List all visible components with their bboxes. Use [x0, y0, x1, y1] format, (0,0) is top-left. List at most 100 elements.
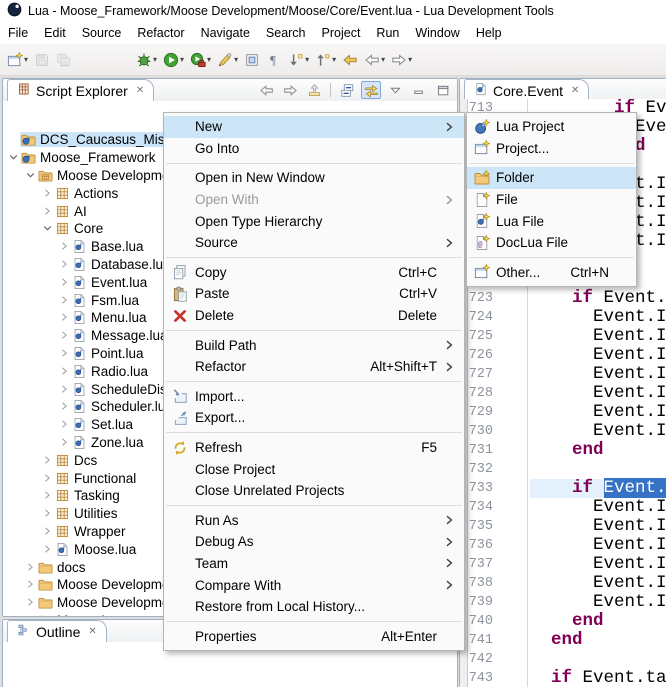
- expander-closed-icon[interactable]: [58, 276, 71, 289]
- menubar-navigate[interactable]: Navigate: [193, 23, 258, 43]
- tab-script-explorer[interactable]: Script Explorer ✕: [7, 79, 154, 101]
- expander-open-icon[interactable]: [7, 151, 20, 164]
- context-menu-new[interactable]: New: [164, 116, 464, 138]
- next-annotation-button[interactable]: ▾: [286, 47, 311, 73]
- new-submenu-folder[interactable]: Folder: [467, 167, 636, 189]
- context-menu-properties[interactable]: PropertiesAlt+Enter: [164, 625, 464, 647]
- collapse-all-button[interactable]: [337, 81, 357, 99]
- expander-closed-icon[interactable]: [24, 614, 37, 616]
- expander-closed-icon[interactable]: [58, 365, 71, 378]
- menubar-window[interactable]: Window: [407, 23, 467, 43]
- back-dropdown-icon[interactable]: ▾: [381, 55, 385, 64]
- new-submenu-other[interactable]: Other...Ctrl+N: [467, 262, 636, 284]
- expander-closed-icon[interactable]: [58, 436, 71, 449]
- titlebar[interactable]: Lua - Moose_Framework/Moose Development/…: [0, 0, 666, 22]
- run-dropdown-icon[interactable]: ▾: [180, 55, 184, 64]
- maximize-button[interactable]: [433, 81, 453, 99]
- context-menu-open-in-new-window[interactable]: Open in New Window: [164, 167, 464, 189]
- context-menu-close-unrelated-projects[interactable]: Close Unrelated Projects: [164, 480, 464, 502]
- expander-closed-icon[interactable]: [41, 205, 54, 218]
- run-button[interactable]: ▾: [161, 47, 186, 73]
- menubar-project[interactable]: Project: [314, 23, 369, 43]
- expander-closed-icon[interactable]: [58, 294, 71, 307]
- back-button[interactable]: ▾: [362, 47, 387, 73]
- forward-button[interactable]: ▾: [389, 47, 414, 73]
- menubar-source[interactable]: Source: [74, 23, 130, 43]
- close-icon[interactable]: ✕: [571, 85, 579, 96]
- expander-closed-icon[interactable]: [58, 400, 71, 413]
- expander-closed-icon[interactable]: [58, 258, 71, 271]
- previous-annotation-button[interactable]: ▾: [313, 47, 338, 73]
- close-icon[interactable]: ✕: [136, 85, 144, 96]
- menubar-search[interactable]: Search: [258, 23, 314, 43]
- menubar-refactor[interactable]: Refactor: [129, 23, 192, 43]
- menubar-help[interactable]: Help: [468, 23, 510, 43]
- new-submenu-lua-project[interactable]: Lua Project: [467, 116, 636, 138]
- context-menu-team[interactable]: Team: [164, 553, 464, 575]
- show-whitespace-button[interactable]: ¶: [264, 47, 284, 73]
- context-menu-copy[interactable]: CopyCtrl+C: [164, 262, 464, 284]
- new-submenu-doclua-file[interactable]: @DocLua File: [467, 232, 636, 254]
- next-annotation-dropdown-icon[interactable]: ▾: [305, 55, 309, 64]
- context-menu-source[interactable]: Source: [164, 232, 464, 254]
- link-with-editor-button[interactable]: [361, 81, 381, 99]
- menubar-run[interactable]: Run: [368, 23, 407, 43]
- expander-closed-icon[interactable]: [58, 383, 71, 396]
- expander-closed-icon[interactable]: [41, 472, 54, 485]
- context-menu-run-as[interactable]: Run As: [164, 510, 464, 532]
- forward-button[interactable]: [280, 81, 300, 99]
- expander-closed-icon[interactable]: [58, 418, 71, 431]
- open-element-button[interactable]: [242, 47, 262, 73]
- expander-closed-icon[interactable]: [41, 187, 54, 200]
- up-button[interactable]: [304, 81, 324, 99]
- context-menu-refactor[interactable]: RefactorAlt+Shift+T: [164, 356, 464, 378]
- debug-dropdown-icon[interactable]: ▾: [153, 55, 157, 64]
- run-external-dropdown-icon[interactable]: ▾: [207, 55, 211, 64]
- expander-open-icon[interactable]: [41, 222, 54, 235]
- forward-dropdown-icon[interactable]: ▾: [408, 55, 412, 64]
- expander-closed-icon[interactable]: [41, 489, 54, 502]
- new-wizard-button[interactable]: ▾: [5, 47, 30, 73]
- view-menu-button[interactable]: [385, 81, 405, 99]
- debug-button[interactable]: ▾: [134, 47, 159, 73]
- new-submenu-project[interactable]: Project...: [467, 138, 636, 160]
- context-menu-open-type-hierarchy[interactable]: Open Type Hierarchy: [164, 210, 464, 232]
- context-menu-compare-with[interactable]: Compare With: [164, 574, 464, 596]
- expander-closed-icon[interactable]: [41, 454, 54, 467]
- expander-closed-icon[interactable]: [24, 596, 37, 609]
- last-edit-location-button[interactable]: [340, 47, 360, 73]
- expander-closed-icon[interactable]: [58, 311, 71, 324]
- expander-open-icon[interactable]: [24, 169, 37, 182]
- context-menu-paste[interactable]: PasteCtrl+V: [164, 283, 464, 305]
- tab-outline[interactable]: Outline ✕: [7, 620, 107, 642]
- expander-closed-icon[interactable]: [41, 543, 54, 556]
- context-menu-debug-as[interactable]: Debug As: [164, 531, 464, 553]
- context-menu-restore-from-local-history[interactable]: Restore from Local History...: [164, 596, 464, 618]
- expander-closed-icon[interactable]: [58, 347, 71, 360]
- close-icon[interactable]: ✕: [88, 626, 96, 637]
- new-wizard-dropdown-icon[interactable]: ▾: [24, 55, 28, 64]
- tab-core-event[interactable]: Core.Event ✕: [464, 79, 589, 101]
- run-external-button[interactable]: ▾: [188, 47, 213, 73]
- brush-button[interactable]: ▾: [215, 47, 240, 73]
- brush-dropdown-icon[interactable]: ▾: [234, 55, 238, 64]
- expander-closed-icon[interactable]: [41, 507, 54, 520]
- new-submenu-lua-file[interactable]: Lua File: [467, 210, 636, 232]
- menubar-file[interactable]: File: [0, 23, 36, 43]
- context-menu-export[interactable]: Export...: [164, 407, 464, 429]
- menubar-edit[interactable]: Edit: [36, 23, 74, 43]
- expander-closed-icon[interactable]: [58, 329, 71, 342]
- context-menu-close-project[interactable]: Close Project: [164, 458, 464, 480]
- context-menu-build-path[interactable]: Build Path: [164, 334, 464, 356]
- context-menu-delete[interactable]: DeleteDelete: [164, 305, 464, 327]
- context-menu-refresh[interactable]: RefreshF5: [164, 437, 464, 459]
- expander-closed-icon[interactable]: [24, 578, 37, 591]
- expander-closed-icon[interactable]: [58, 240, 71, 253]
- context-menu-go-into[interactable]: Go Into: [164, 138, 464, 160]
- expander-closed-icon[interactable]: [41, 525, 54, 538]
- minimize-button[interactable]: [409, 81, 429, 99]
- previous-annotation-dropdown-icon[interactable]: ▾: [332, 55, 336, 64]
- back-button[interactable]: [256, 81, 276, 99]
- new-submenu-file[interactable]: File: [467, 189, 636, 211]
- context-menu-import[interactable]: Import...: [164, 386, 464, 408]
